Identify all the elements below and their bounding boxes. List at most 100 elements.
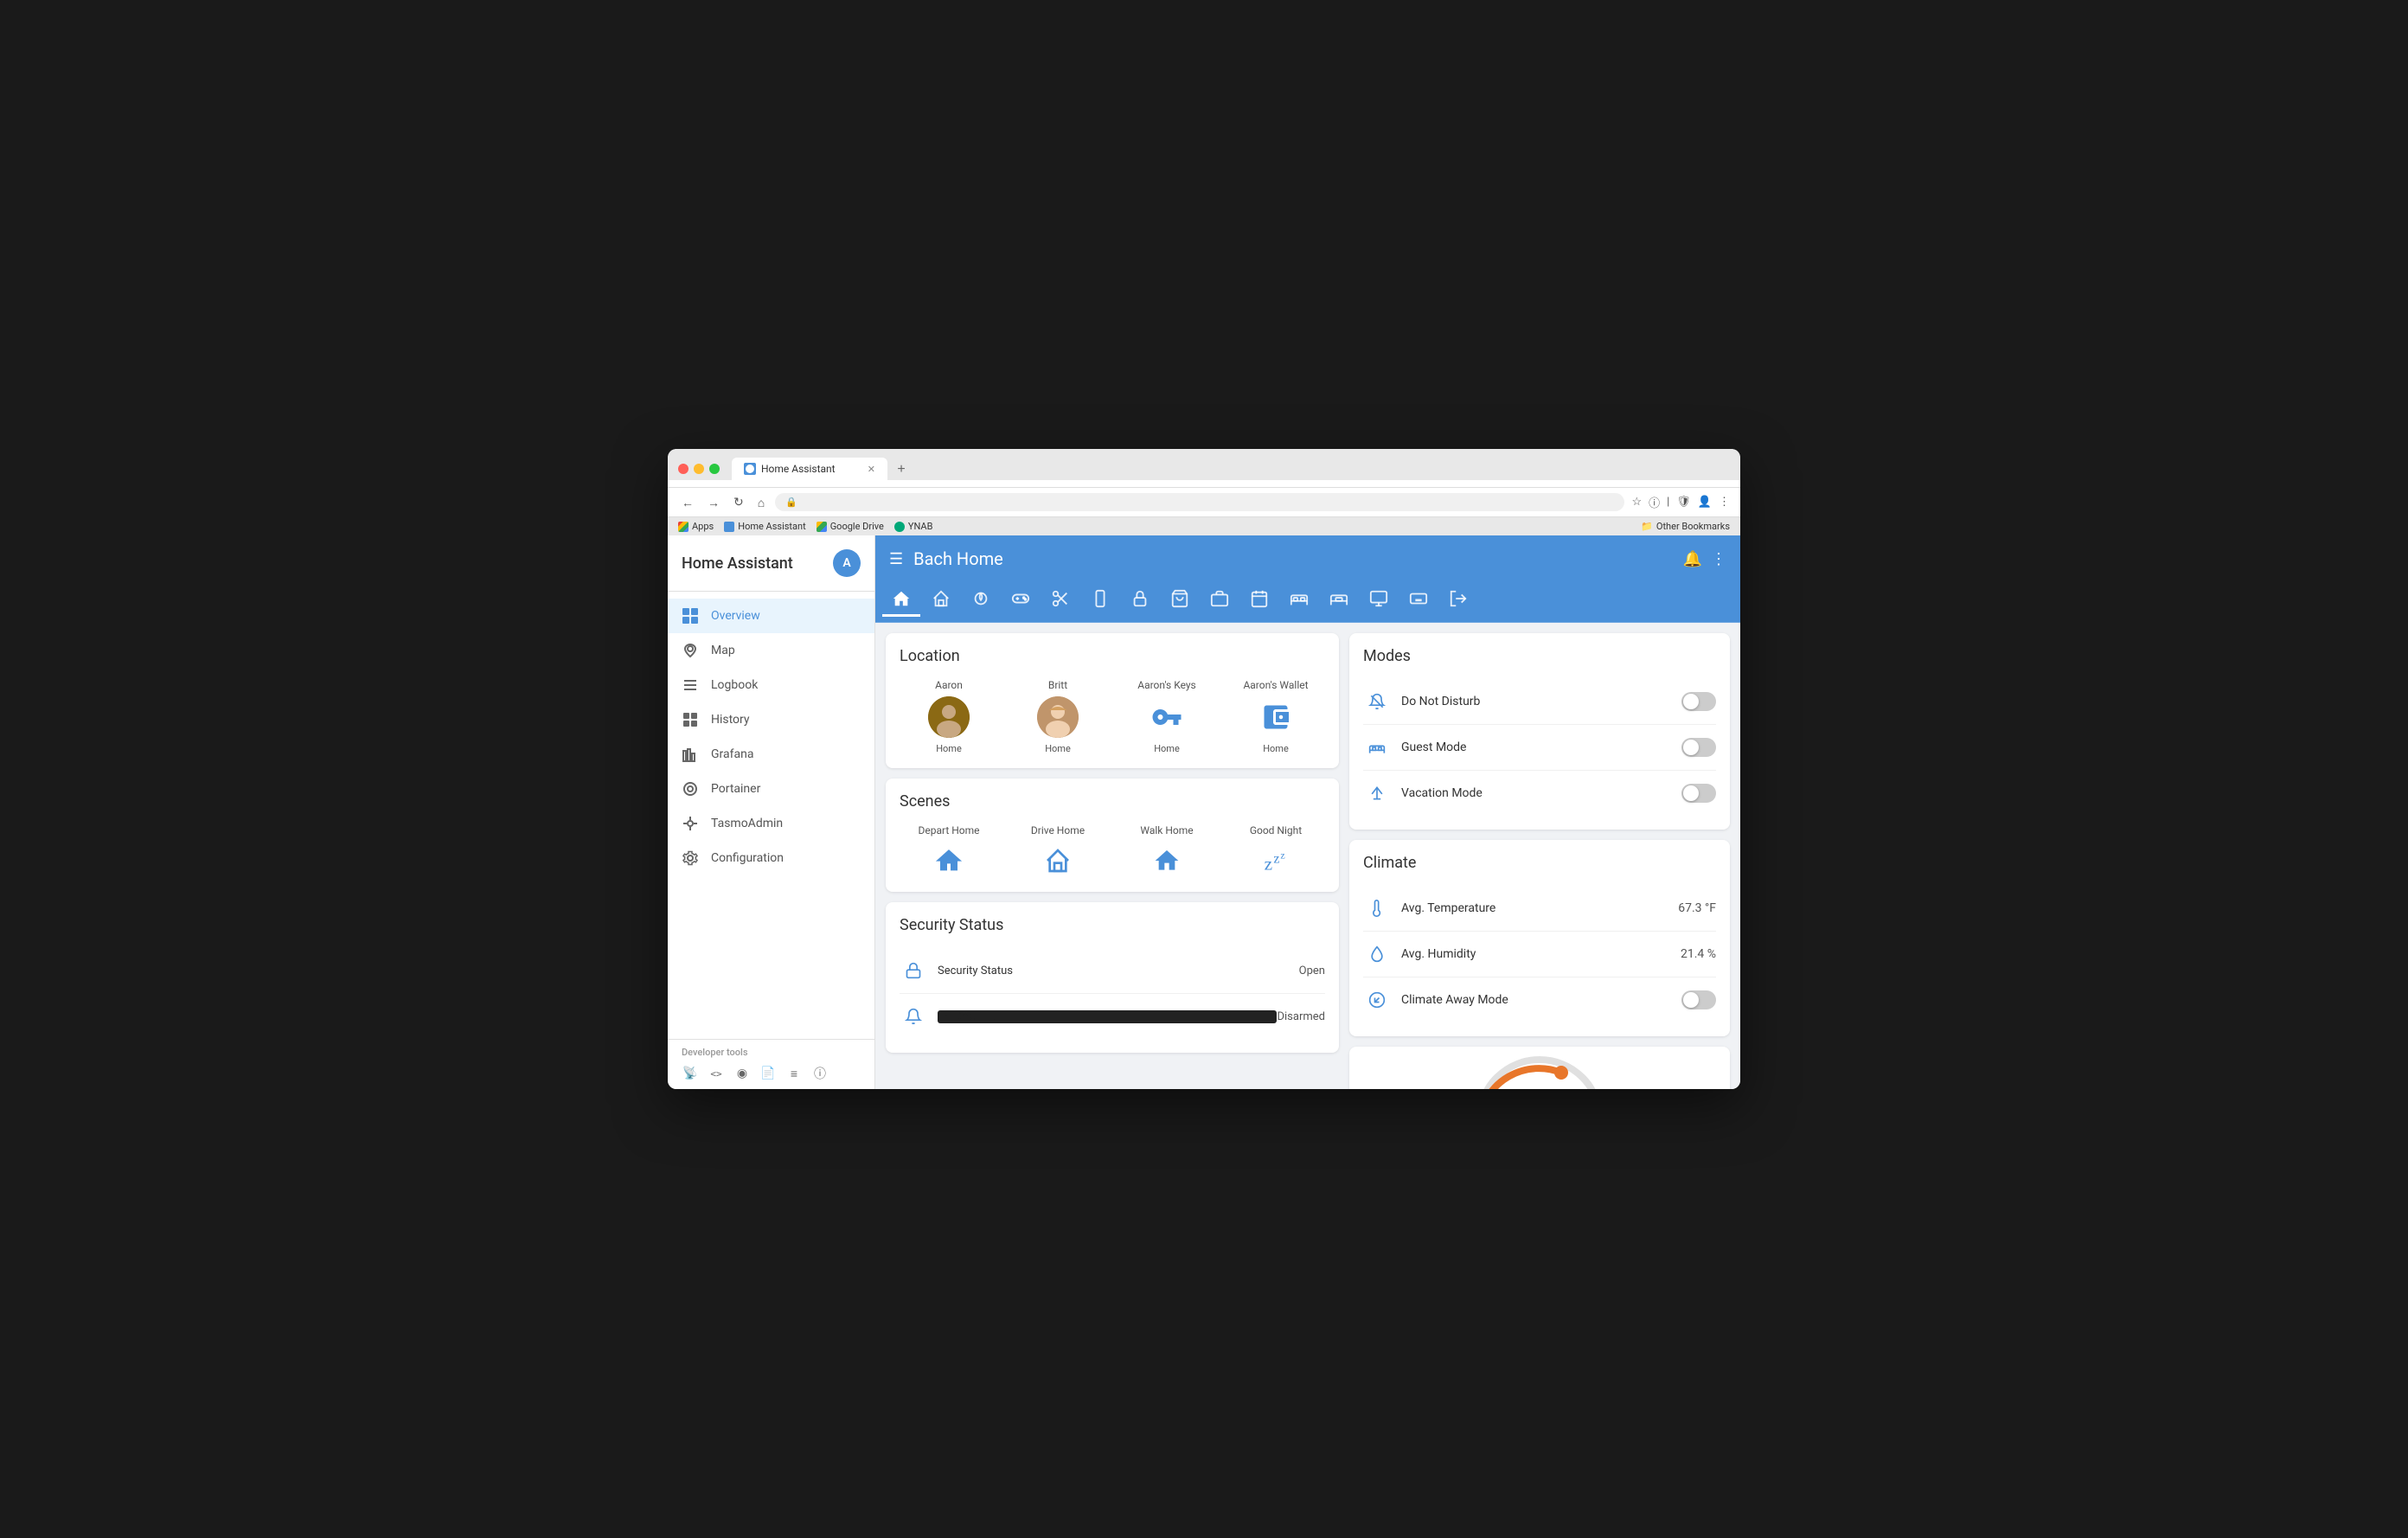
scene-walk-home[interactable]: Walk Home — [1118, 824, 1216, 878]
tasmoadmin-icon — [682, 815, 699, 832]
forward-button[interactable]: → — [704, 494, 723, 511]
vacation-mode-toggle[interactable] — [1681, 784, 1716, 803]
browser-tabs: Home Assistant ✕ + — [732, 458, 912, 480]
bookmark-apps[interactable]: Apps — [678, 521, 714, 532]
nav-monitor-icon[interactable] — [1360, 582, 1398, 617]
climate-title: Climate — [1363, 854, 1716, 872]
hamburger-button[interactable]: ☰ — [889, 550, 903, 568]
nav-house-icon[interactable] — [922, 582, 960, 617]
nav-bed-single-icon[interactable] — [1320, 582, 1358, 617]
svg-text:z: z — [1280, 849, 1284, 861]
adblock-icon[interactable]: 🛡 — [1676, 496, 1691, 509]
climate-away-toggle[interactable] — [1681, 990, 1716, 1009]
logbook-label: Logbook — [711, 678, 758, 692]
person-aaron: Aaron Home — [900, 679, 998, 754]
climate-card: Climate Avg. Temperature 67.3 °F — [1349, 840, 1730, 1036]
good-night-label: Good Night — [1250, 824, 1302, 836]
keys-name: Aaron's Keys — [1137, 679, 1196, 691]
nav-exit-icon[interactable] — [1439, 582, 1477, 617]
nav-plant-icon[interactable] — [962, 582, 1000, 617]
nav-home-icon[interactable] — [882, 582, 920, 617]
dev-tool-antenna[interactable]: 📡 — [682, 1065, 699, 1082]
close-button[interactable] — [678, 464, 688, 474]
maximize-button[interactable] — [709, 464, 720, 474]
security-bell-icon — [900, 1003, 927, 1030]
dev-tool-wifi[interactable]: ◉ — [733, 1065, 751, 1082]
home-button[interactable]: ⌂ — [754, 494, 768, 511]
dev-tool-info[interactable]: ⓘ — [811, 1065, 829, 1082]
nav-game-icon[interactable] — [1002, 582, 1040, 617]
nav-lock-icon[interactable] — [1121, 582, 1159, 617]
more-options-button[interactable]: ⋮ — [1711, 550, 1726, 568]
security-value-0: Open — [1299, 964, 1325, 977]
profile-icon[interactable]: 👤 — [1698, 496, 1712, 509]
new-tab-button[interactable]: + — [891, 459, 912, 480]
address-bar[interactable]: 🔒 — [775, 493, 1624, 511]
sidebar-title: Home Assistant — [682, 554, 793, 573]
humidity-label: Avg. Humidity — [1401, 947, 1681, 961]
configuration-label: Configuration — [711, 851, 784, 865]
other-bookmarks[interactable]: 📁 Other Bookmarks — [1641, 521, 1730, 532]
back-button[interactable]: ← — [678, 494, 697, 511]
scene-good-night[interactable]: Good Night zzz — [1226, 824, 1325, 878]
sidebar-item-tasmoadmin[interactable]: TasmoAdmin — [668, 806, 874, 841]
sidebar-item-grafana[interactable]: Grafana — [668, 737, 874, 772]
nav-scissors-icon[interactable] — [1041, 582, 1079, 617]
folder-icon: 📁 — [1641, 521, 1653, 532]
sidebar-item-configuration[interactable]: Configuration — [668, 841, 874, 875]
aaron-avatar — [928, 696, 970, 738]
avatar[interactable]: A — [833, 549, 861, 577]
climate-away-icon — [1363, 986, 1391, 1014]
sidebar-item-map[interactable]: Map — [668, 633, 874, 668]
guest-mode-icon — [1363, 734, 1391, 761]
reload-button[interactable]: ↻ — [730, 493, 747, 511]
nav-briefcase-icon[interactable] — [1201, 582, 1239, 617]
notifications-button[interactable]: 🔔 — [1683, 550, 1702, 568]
active-tab[interactable]: Home Assistant ✕ — [732, 458, 887, 480]
portainer-icon — [682, 780, 699, 798]
nav-bed-double-icon[interactable] — [1280, 582, 1318, 617]
overview-label: Overview — [711, 609, 760, 623]
sidebar-item-portainer[interactable]: Portainer — [668, 772, 874, 806]
bookmark-ha[interactable]: Home Assistant — [724, 521, 805, 532]
bookmark-ha-label: Home Assistant — [738, 521, 805, 532]
keys-status: Home — [1154, 743, 1180, 754]
dev-tools-icons: 📡 <> ◉ 📄 ≡ ⓘ — [682, 1065, 861, 1082]
info-icon[interactable]: ⓘ — [1649, 494, 1660, 510]
configuration-icon — [682, 849, 699, 867]
bookmark-gdrive[interactable]: Google Drive — [817, 521, 884, 532]
walk-home-icon — [1150, 843, 1184, 878]
extension-icon[interactable]: | — [1667, 496, 1669, 509]
do-not-disturb-toggle[interactable] — [1681, 692, 1716, 711]
humidity-icon — [1363, 940, 1391, 968]
tab-close-icon[interactable]: ✕ — [868, 464, 875, 475]
bookmarks-bar: Apps Home Assistant Google Drive YNAB 📁 … — [668, 516, 1740, 535]
sidebar-item-logbook[interactable]: Logbook — [668, 668, 874, 702]
bookmark-ynab[interactable]: YNAB — [894, 521, 933, 532]
thermostat-preview[interactable] — [1349, 1047, 1730, 1089]
nav-keyboard-icon[interactable] — [1399, 582, 1438, 617]
dev-tool-list[interactable]: ≡ — [785, 1065, 803, 1082]
scene-depart-home[interactable]: Depart Home — [900, 824, 998, 878]
keys-icon — [1146, 696, 1188, 738]
menu-icon[interactable]: ⋮ — [1719, 496, 1730, 509]
dev-tool-code[interactable]: <> — [708, 1065, 725, 1082]
climate-away-thumb — [1683, 992, 1699, 1008]
guest-mode-toggle[interactable] — [1681, 738, 1716, 757]
grafana-icon — [682, 746, 699, 763]
sidebar-item-overview[interactable]: Overview — [668, 599, 874, 633]
dev-tool-file[interactable]: 📄 — [759, 1065, 777, 1082]
nav-phone-icon[interactable] — [1081, 582, 1119, 617]
vacation-mode-label: Vacation Mode — [1401, 786, 1681, 800]
window-controls: Home Assistant ✕ + — [678, 458, 1730, 480]
climate-away-label: Climate Away Mode — [1401, 993, 1681, 1007]
bookmark-star-icon[interactable]: ☆ — [1631, 496, 1642, 509]
nav-shopping-icon[interactable] — [1161, 582, 1199, 617]
thermostat-arc-svg — [1462, 1051, 1617, 1089]
scene-drive-home[interactable]: Drive Home — [1009, 824, 1107, 878]
minimize-button[interactable] — [694, 464, 704, 474]
nav-calendar-icon[interactable] — [1240, 582, 1278, 617]
britt-status: Home — [1045, 743, 1071, 754]
modes-card: Modes Do Not Disturb — [1349, 633, 1730, 830]
sidebar-item-history[interactable]: History — [668, 702, 874, 737]
